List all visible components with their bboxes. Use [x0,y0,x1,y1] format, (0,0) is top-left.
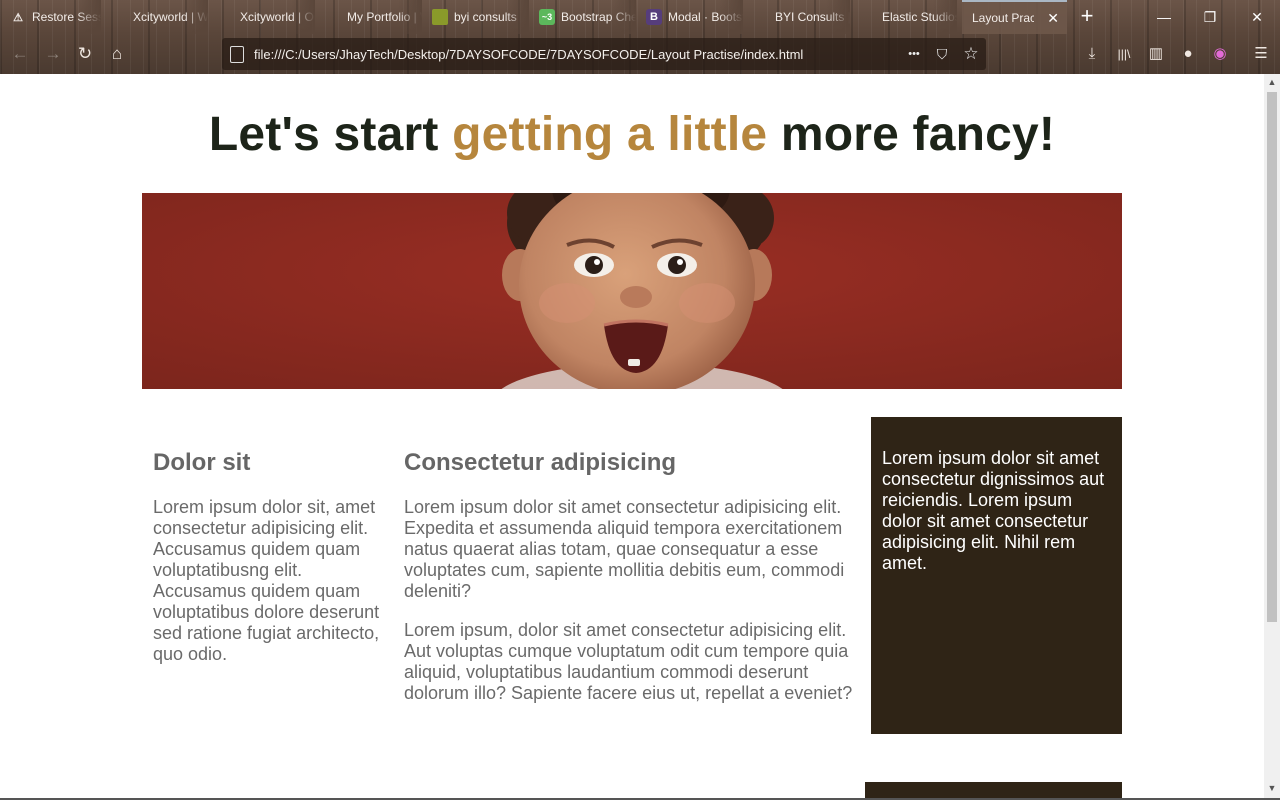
account-icon[interactable]: ● [1177,43,1199,65]
column-paragraph: Lorem ipsum, dolor sit amet consectetur … [404,620,853,703]
reload-button[interactable]: ↻ [73,42,97,66]
tab-xcityworld-web[interactable]: Xcityworld | Web [101,0,208,34]
column-dolor-sit: Dolor sit Lorem ipsum dolor sit, amet co… [153,449,385,683]
tab-modal-bootstrap[interactable]: B Modal · Bootstrap [636,0,743,34]
menu-icon[interactable]: ☰ [1250,43,1272,65]
column-paragraph: Lorem ipsum dolor sit amet consectetur a… [404,497,845,601]
close-window-button[interactable]: ✕ [1246,6,1268,28]
home-button[interactable]: ⌂ [105,42,129,66]
bookmark-star-icon[interactable]: ☆ [961,44,981,64]
tab-restore-session[interactable]: ⚠ Restore Session [0,0,101,34]
bootstrap-b-icon: B [646,9,662,25]
column-heading: Consectetur adipisicing [404,449,677,476]
column-heading: Dolor sit [153,449,251,476]
smiling-baby-photo [142,193,1122,389]
tab-layout-practise[interactable]: Layout Practise ✕ [962,0,1067,34]
url-input[interactable] [254,46,894,62]
hero-image [142,193,1122,389]
sidebar-box: Lorem ipsum dolor sit amet consectetur d… [871,417,1122,734]
page-title: Let's start getting a little more fancy! [0,107,1264,162]
column-consectetur: Consectetur adipisicing Lorem ipsum dolo… [404,449,859,722]
title-end: more fancy! [767,108,1056,161]
minimize-button[interactable]: — [1153,6,1175,28]
page-icon [325,9,341,25]
page-icon [111,9,127,25]
tab-bootstrap-cheat[interactable]: ~3 Bootstrap Cheat [529,0,636,34]
browser-chrome: ⚠ Restore Session Xcityworld | Web Xcity… [0,0,1280,74]
tab-close-icon[interactable]: ✕ [1047,10,1059,27]
forward-button[interactable]: → [41,42,65,66]
restore-button[interactable]: ❐ [1199,6,1221,28]
url-bar[interactable]: ••• ⛉ ☆ [222,38,986,70]
title-accent: getting a little [452,108,768,161]
tab-my-portfolio[interactable]: My Portfolio | Web [315,0,422,34]
site-icon [432,9,448,25]
tab-xcityworld-our[interactable]: Xcityworld | Our [208,0,315,34]
scroll-up-arrow-icon[interactable]: ▲ [1264,74,1280,90]
sidebar-icon[interactable]: ▥ [1145,43,1167,65]
tab-byi-consults-home[interactable]: BYI Consults | Home [743,0,850,34]
column-paragraph: Lorem ipsum dolor sit, amet consectetur … [153,497,380,664]
page-icon [753,9,769,25]
color-picker-icon[interactable]: ◉ [1209,43,1231,65]
page-icon [230,45,244,63]
vertical-scrollbar[interactable]: ▲ ▼ [1264,74,1280,800]
page-actions-icon[interactable]: ••• [904,44,924,64]
scrollbar-thumb[interactable] [1267,92,1277,622]
page-viewport: Let's start getting a little more fancy! [0,74,1264,798]
sidebar-text: Lorem ipsum dolor sit amet consectetur d… [882,448,1105,573]
back-button[interactable]: ← [8,42,32,66]
tab-strip: ⚠ Restore Session Xcityworld | Web Xcity… [0,0,1140,34]
tab-elastic-studios[interactable]: Elastic Studios [850,0,957,34]
page-icon [218,9,234,25]
library-icon[interactable]: |||\ [1113,43,1135,65]
tab-label: Layout Practise [972,11,1034,25]
tab-byi-consults[interactable]: byi consults [422,0,529,34]
pocket-icon[interactable]: ⛉ [932,44,952,64]
title-start: Let's start [208,108,453,161]
bootstrap-icon: ~3 [539,9,555,25]
sidebar-box-secondary [865,782,1122,798]
page-icon [860,9,876,25]
new-tab-button[interactable]: + [1076,5,1098,27]
scroll-down-arrow-icon[interactable]: ▼ [1264,780,1280,796]
warning-icon: ⚠ [13,11,23,24]
nav-bar: ← → ↻ ⌂ ••• ⛉ ☆ ⤓ |||\ ▥ ● ◉ ☰ [0,34,1280,74]
download-icon[interactable]: ⤓ [1081,43,1103,65]
